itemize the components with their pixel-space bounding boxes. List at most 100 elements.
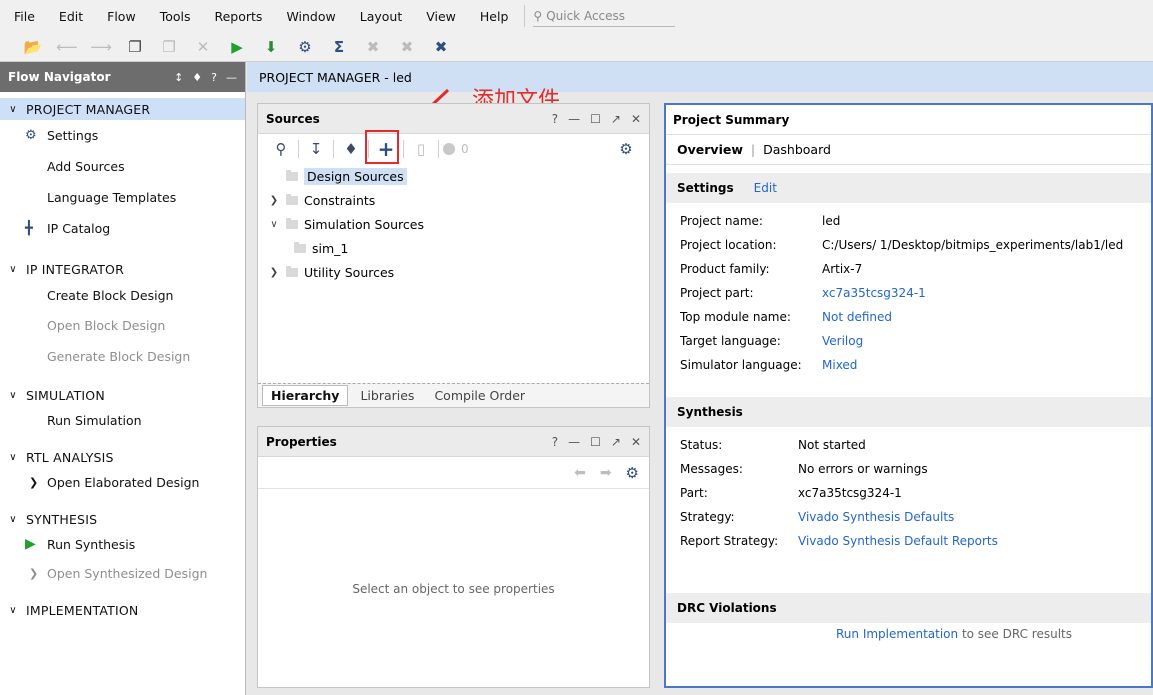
quick-access-input[interactable]: ⚲ Quick Access (533, 5, 676, 27)
tree-item-constraints[interactable]: ❯ Constraints (266, 188, 649, 212)
summary-value-link[interactable]: Mixed (822, 358, 857, 372)
run-implementation-link[interactable]: Run Implementation (836, 627, 958, 641)
help-icon[interactable]: ? (552, 112, 558, 126)
collapse-all-icon[interactable]: ↧ (299, 137, 333, 161)
tree-item-design-sources[interactable]: Design Sources (266, 164, 649, 188)
nav-add-sources[interactable]: Add Sources (0, 151, 245, 182)
menu-window[interactable]: Window (272, 9, 345, 24)
section-ip-integrator[interactable]: ∨ IP INTEGRATOR (0, 258, 245, 280)
section-implementation[interactable]: ∨ IMPLEMENTATION (0, 599, 245, 621)
undo-icon[interactable]: ⟵ (50, 34, 84, 60)
section-simulation[interactable]: ∨ SIMULATION (0, 384, 245, 406)
tab-dashboard[interactable]: Dashboard (763, 142, 831, 157)
sources-title: Sources (266, 111, 320, 126)
gear-icon[interactable]: ⚙ (626, 464, 639, 482)
summary-row: Top module name: Not defined (666, 305, 1151, 329)
menu-reports[interactable]: Reports (200, 9, 272, 24)
back-arrow-icon[interactable]: ⬅ (574, 465, 586, 481)
chevron-right-icon[interactable]: ❯ (266, 267, 282, 278)
chevron-down-icon[interactable]: ∨ (0, 390, 26, 401)
collapse-all-icon[interactable]: ↕ (174, 71, 183, 84)
program-device-icon[interactable]: ⬇ (254, 34, 288, 60)
menu-file[interactable]: File (0, 9, 45, 24)
menu-separator (524, 5, 526, 27)
tool-icon-disabled-1[interactable]: ✖ (356, 34, 390, 60)
run-icon[interactable]: ▶ (220, 34, 254, 60)
tool-icon-disabled-2[interactable]: ✖ (390, 34, 424, 60)
close-icon[interactable]: ✕ (631, 112, 641, 126)
tab-compile-order[interactable]: Compile Order (426, 386, 533, 405)
gear-icon[interactable]: ⚙ (609, 137, 643, 161)
float-icon[interactable]: ↗ (611, 435, 621, 449)
edit-link[interactable]: Edit (754, 181, 777, 195)
unknown-file-icon[interactable]: ▯ (404, 137, 438, 161)
forward-arrow-icon[interactable]: ➡ (600, 465, 612, 481)
summary-value: No errors or warnings (798, 462, 928, 476)
expand-all-icon[interactable]: ♦ (192, 71, 202, 84)
summary-row: Target language: Verilog (666, 329, 1151, 353)
chevron-down-icon[interactable]: ∨ (266, 219, 282, 230)
nav-ip-catalog[interactable]: ╋ IP Catalog (0, 213, 245, 244)
tree-item-sim1[interactable]: sim_1 (266, 236, 649, 260)
chevron-down-icon[interactable]: ∨ (0, 514, 26, 525)
summary-value-link[interactable]: Not defined (822, 310, 892, 324)
nav-run-simulation[interactable]: Run Simulation (0, 406, 245, 434)
chevron-right-icon[interactable]: ❯ (266, 195, 282, 206)
tree-item-simulation-sources[interactable]: ∨ Simulation Sources (266, 212, 649, 236)
chevron-right-icon[interactable]: ❯ (29, 567, 38, 580)
summary-value-link[interactable]: Vivado Synthesis Default Reports (798, 534, 998, 548)
minimize-icon[interactable]: — (568, 435, 580, 449)
nav-open-synthesized-design[interactable]: ❯ Open Synthesized Design (0, 558, 245, 589)
delete-icon[interactable]: ✕ (186, 34, 220, 60)
summary-value-link[interactable]: Vivado Synthesis Defaults (798, 510, 954, 524)
nav-run-synthesis[interactable]: ▶ Run Synthesis (0, 530, 245, 558)
close-icon[interactable]: ✕ (631, 435, 641, 449)
minimize-icon[interactable]: — (568, 112, 580, 126)
nav-create-block-design[interactable]: Create Block Design (0, 280, 245, 310)
summary-value-link[interactable]: xc7a35tcsg324-1 (822, 286, 926, 300)
nav-generate-block-design[interactable]: Generate Block Design (0, 341, 245, 372)
cross-tools-icon[interactable]: ✖ (424, 34, 458, 60)
summary-key: Part: (680, 486, 708, 500)
paste-icon[interactable]: ❐ (152, 34, 186, 60)
chevron-right-icon[interactable]: ❯ (29, 476, 38, 489)
tab-libraries[interactable]: Libraries (352, 386, 422, 405)
help-icon[interactable]: ? (552, 435, 558, 449)
maximize-icon[interactable]: ☐ (590, 112, 601, 126)
nav-open-block-design[interactable]: Open Block Design (0, 310, 245, 341)
nav-language-templates[interactable]: Language Templates (0, 182, 245, 213)
open-project-icon[interactable]: 📂 (16, 34, 50, 60)
chevron-down-icon[interactable]: ∨ (0, 104, 26, 115)
chevron-down-icon[interactable]: ∨ (0, 264, 26, 275)
tree-item-utility-sources[interactable]: ❯ Utility Sources (266, 260, 649, 284)
summary-row: Project part: xc7a35tcsg324-1 (666, 281, 1151, 305)
maximize-icon[interactable]: ☐ (590, 435, 601, 449)
summary-value-link[interactable]: Verilog (822, 334, 863, 348)
nav-settings[interactable]: ⚙ Settings (0, 120, 245, 151)
float-icon[interactable]: ↗ (611, 112, 621, 126)
summary-key: Project name: (680, 214, 763, 228)
section-project-manager[interactable]: ∨ PROJECT MANAGER (0, 98, 245, 120)
chevron-down-icon[interactable]: ∨ (0, 605, 26, 616)
menu-edit[interactable]: Edit (45, 9, 93, 24)
menu-tools[interactable]: Tools (146, 9, 201, 24)
menu-layout[interactable]: Layout (346, 9, 413, 24)
menu-help[interactable]: Help (466, 9, 519, 24)
synthesis-section-header: Synthesis (666, 397, 1151, 427)
nav-open-elaborated-design[interactable]: ❯ Open Elaborated Design (0, 468, 245, 496)
sigma-icon[interactable]: Σ (322, 34, 356, 60)
minimize-icon[interactable]: — (226, 71, 237, 84)
expand-all-icon[interactable]: ♦ (334, 137, 368, 161)
menu-view[interactable]: View (412, 9, 466, 24)
help-icon[interactable]: ? (211, 71, 217, 84)
settings-gear-icon[interactable]: ⚙ (288, 34, 322, 60)
section-synthesis[interactable]: ∨ SYNTHESIS (0, 508, 245, 530)
redo-icon[interactable]: ⟶ (84, 34, 118, 60)
section-rtl-analysis[interactable]: ∨ RTL ANALYSIS (0, 446, 245, 468)
search-icon[interactable]: ⚲ (264, 137, 298, 161)
tab-overview[interactable]: Overview (677, 142, 743, 157)
chevron-down-icon[interactable]: ∨ (0, 452, 26, 463)
menu-flow[interactable]: Flow (93, 9, 146, 24)
copy-icon[interactable]: ❐ (118, 34, 152, 60)
tab-hierarchy[interactable]: Hierarchy (262, 385, 349, 406)
